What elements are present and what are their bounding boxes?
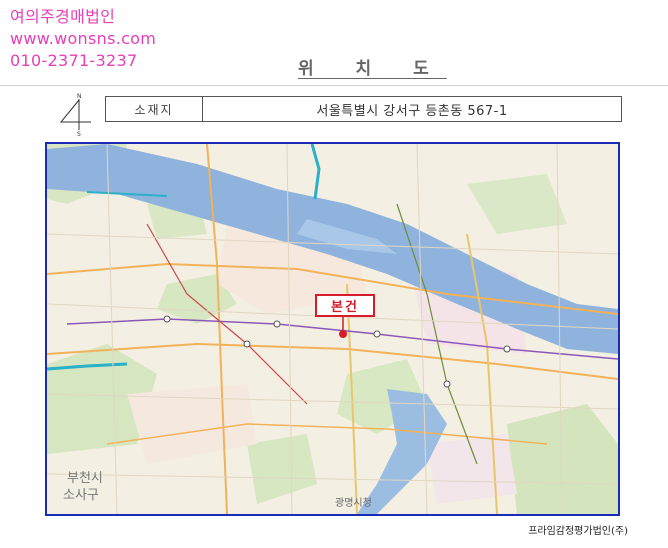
map-label-sosa: 소사구 <box>63 488 99 503</box>
compass-icon: N S <box>59 93 91 136</box>
map-pin-icon <box>339 330 347 338</box>
document-title: 위 치 도 <box>298 59 447 79</box>
compass-north-label: N <box>77 93 82 100</box>
watermark-company: 여의주경매법인 <box>10 7 116 26</box>
map-source: 프라임감정평가법인(주) <box>528 526 628 537</box>
subject-property-label: 본건 <box>315 294 375 317</box>
address-value: 서울특별시 강서구 등촌동 567-1 <box>316 103 508 119</box>
address-table: 소재지 서울특별시 강서구 등촌동 567-1 <box>105 96 622 122</box>
map-graphic: 부천시 소사구 광명시청 <box>47 144 618 514</box>
watermark: 여의주경매법인 www.wonsns.com 010-2371-3237 <box>10 6 156 72</box>
map-label-gwangmyeong-cityhall: 광명시청 <box>335 497 372 509</box>
watermark-website: www.wonsns.com <box>10 29 157 48</box>
watermark-phone: 010-2371-3237 <box>10 51 138 70</box>
title-divider <box>0 85 668 86</box>
address-label: 소재지 <box>106 97 203 121</box>
map-label-bucheon: 부천시 <box>67 471 103 486</box>
location-map[interactable]: 부천시 소사구 광명시청 본건 <box>45 142 620 516</box>
compass-south-label: S <box>77 131 81 136</box>
